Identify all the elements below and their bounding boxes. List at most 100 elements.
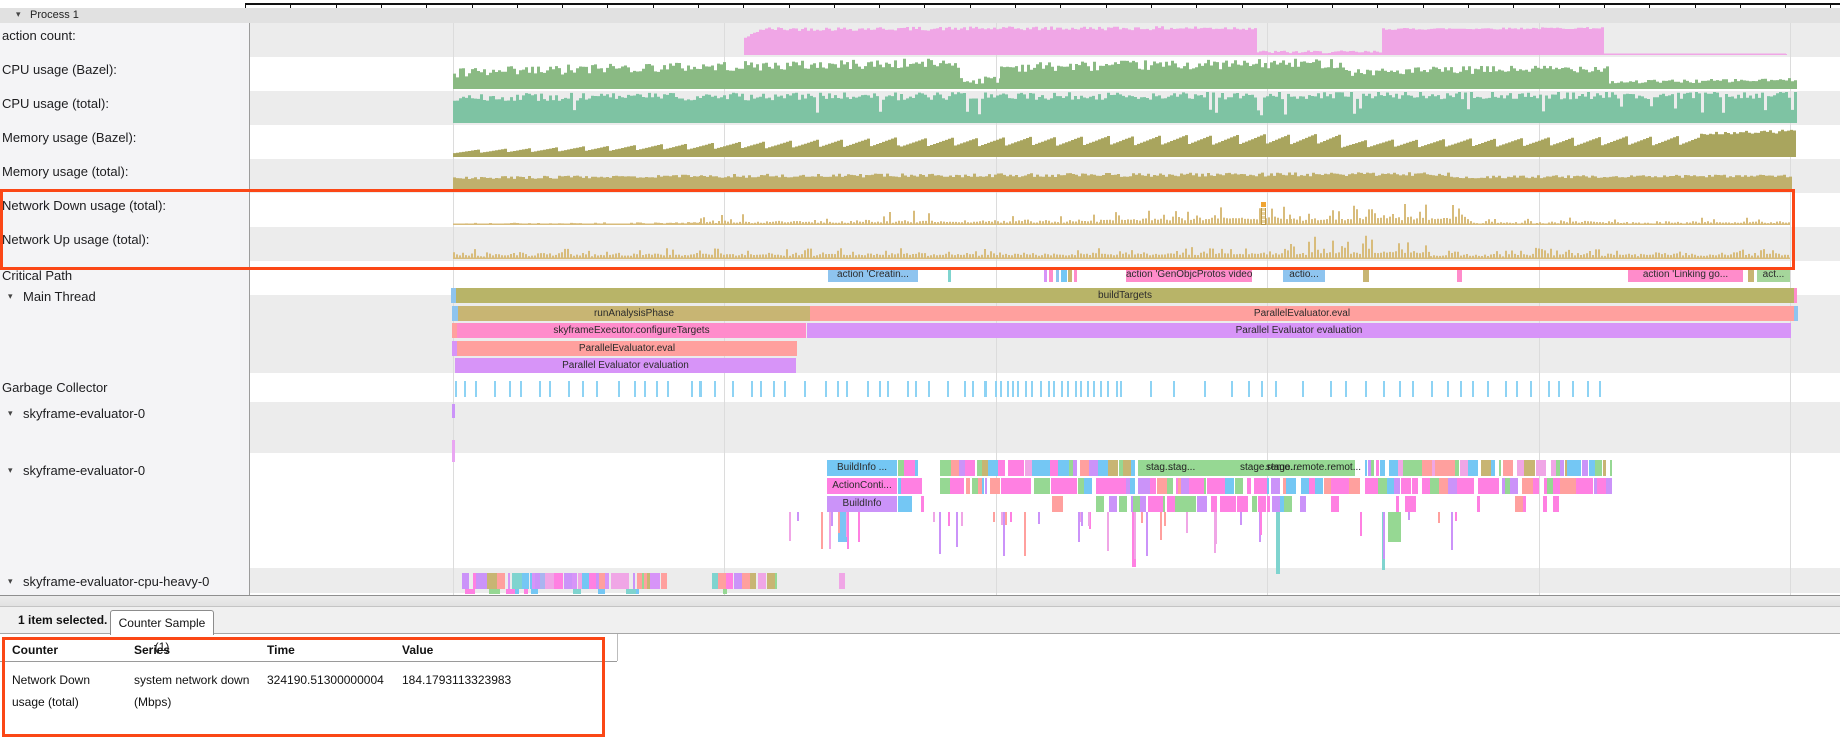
evaluator-labeled-slice[interactable]: BuildInfo ... [827, 460, 897, 476]
gc-tick[interactable] [1572, 381, 1574, 397]
gc-tick[interactable] [1107, 381, 1109, 397]
evaluator-slice[interactable] [901, 478, 909, 494]
evaluator-slice[interactable] [1580, 478, 1588, 494]
evaluator-slice[interactable] [1455, 460, 1459, 476]
evaluator-slice[interactable] [1284, 496, 1292, 512]
cpu-heavy-slice[interactable] [524, 589, 528, 594]
gc-tick[interactable] [760, 381, 762, 397]
evaluator-slice[interactable] [1595, 460, 1602, 476]
gc-tick[interactable] [1231, 381, 1233, 397]
gc-tick[interactable] [700, 381, 702, 397]
evaluator-slice[interactable] [1475, 460, 1478, 476]
gc-tick[interactable] [582, 381, 584, 397]
gc-tick[interactable] [732, 381, 734, 397]
cpu-heavy-slice[interactable] [506, 589, 515, 594]
gc-tick[interactable] [1587, 381, 1589, 397]
evaluator-slice[interactable] [1073, 478, 1077, 494]
evaluator-slice[interactable] [1084, 478, 1092, 494]
main-thread-slice[interactable]: Parallel Evaluator evaluation [807, 323, 1791, 338]
cpu-heavy-slice[interactable] [605, 573, 609, 589]
gc-tick[interactable] [907, 381, 909, 397]
evaluator-slice[interactable] [1025, 460, 1032, 476]
evaluator-slice[interactable] [1349, 478, 1360, 494]
evaluator-slice[interactable] [1603, 460, 1606, 476]
evaluator-slice[interactable] [1189, 478, 1198, 494]
gc-tick[interactable] [549, 381, 551, 397]
gc-tick[interactable] [691, 381, 693, 397]
evaluator-slice[interactable] [1089, 460, 1098, 476]
evaluator-slice[interactable] [1258, 496, 1266, 512]
sidebar-item-memory-usage-bazel-[interactable]: Memory usage (Bazel): [0, 130, 249, 146]
evaluator-slice[interactable] [1477, 496, 1480, 512]
evaluator-slice[interactable] [904, 460, 915, 476]
evaluator-slice[interactable] [1131, 460, 1135, 476]
cpu-heavy-slice[interactable] [531, 589, 538, 594]
evaluator-slice[interactable] [1468, 460, 1475, 476]
gc-tick[interactable] [1431, 381, 1433, 397]
gc-tick[interactable] [644, 381, 646, 397]
evaluator-slice[interactable] [1448, 478, 1457, 494]
evaluator-slice[interactable] [1315, 478, 1323, 494]
evaluator-slice[interactable] [1403, 460, 1413, 476]
cpu-heavy-slice[interactable] [726, 573, 733, 589]
evaluator-slice[interactable] [998, 460, 1005, 476]
evaluator-slice[interactable] [1568, 478, 1576, 494]
evaluator-slice[interactable] [1331, 478, 1342, 494]
evaluator-slice[interactable] [1371, 460, 1374, 476]
table-cell[interactable]: Network Down usage (total) [12, 669, 124, 713]
gc-tick[interactable] [1116, 381, 1118, 397]
evaluator-slice[interactable] [1140, 496, 1146, 512]
gc-tick[interactable] [634, 381, 636, 397]
cpu-heavy-slice[interactable] [589, 573, 596, 589]
gc-tick[interactable] [837, 381, 839, 397]
counter-chart-network-up-usage-total-[interactable] [0, 227, 1840, 261]
evaluator-slice[interactable] [1378, 478, 1387, 494]
main-thread-slice[interactable] [1794, 306, 1798, 321]
gc-tick[interactable] [1007, 381, 1009, 397]
gc-tick[interactable] [509, 381, 511, 397]
gc-tick[interactable] [1460, 381, 1462, 397]
gc-tick[interactable] [985, 381, 987, 397]
evaluator-slice[interactable] [1394, 478, 1400, 494]
critical-path-slice[interactable]: actio... [1283, 267, 1325, 282]
evaluator-slice[interactable] [1582, 460, 1588, 476]
gc-tick[interactable] [1012, 381, 1014, 397]
critical-path-slice[interactable] [1457, 267, 1462, 282]
gc-tick[interactable] [1516, 381, 1518, 397]
evaluator-slice[interactable] [1271, 478, 1280, 494]
evaluator-slice[interactable] [1286, 478, 1296, 494]
critical-path-slice[interactable] [1074, 267, 1077, 282]
evaluator-slice[interactable] [1517, 460, 1524, 476]
cpu-heavy-slice[interactable] [598, 589, 605, 594]
evaluator-slice[interactable] [1032, 460, 1041, 476]
evaluator-slice[interactable] [1167, 496, 1175, 512]
gc-tick[interactable] [1412, 381, 1414, 397]
gc-tick[interactable] [714, 381, 716, 397]
critical-path-slice[interactable] [1061, 267, 1067, 282]
evaluator-slice[interactable] [1133, 496, 1140, 512]
evaluator-slice[interactable] [1167, 478, 1173, 494]
evaluator-slice[interactable] [1204, 478, 1206, 494]
cpu-heavy-slice[interactable] [636, 589, 639, 594]
gc-tick[interactable] [520, 381, 522, 397]
gc-tick[interactable] [1204, 381, 1206, 397]
main-thread-slice[interactable]: runAnalysisPhase [458, 306, 810, 321]
evaluator-slice[interactable] [1567, 460, 1576, 476]
evaluator-slice[interactable] [1523, 496, 1526, 512]
gc-tick[interactable] [1548, 381, 1550, 397]
evaluator-slice[interactable] [1267, 496, 1270, 512]
evaluator-slice[interactable] [1445, 460, 1455, 476]
evaluator-slice[interactable] [1098, 460, 1108, 476]
sidebar-item-cpu-usage-bazel-[interactable]: CPU usage (Bazel): [0, 62, 249, 78]
sidebar-item-network-up-usage-total-[interactable]: Network Up usage (total): [0, 232, 249, 248]
evaluator-slice[interactable] [1536, 460, 1546, 476]
evaluator-slice[interactable] [1073, 460, 1077, 476]
gc-tick[interactable] [867, 381, 869, 397]
gc-tick[interactable] [1505, 381, 1507, 397]
main-thread-slice[interactable]: Parallel Evaluator evaluation [455, 358, 796, 373]
gc-tick[interactable] [618, 381, 620, 397]
evaluator-slice[interactable] [1576, 460, 1581, 476]
critical-path-slice[interactable]: action 'Creatin... [828, 267, 918, 282]
critical-path-slice[interactable]: act... [1757, 267, 1790, 282]
gc-tick[interactable] [825, 381, 827, 397]
